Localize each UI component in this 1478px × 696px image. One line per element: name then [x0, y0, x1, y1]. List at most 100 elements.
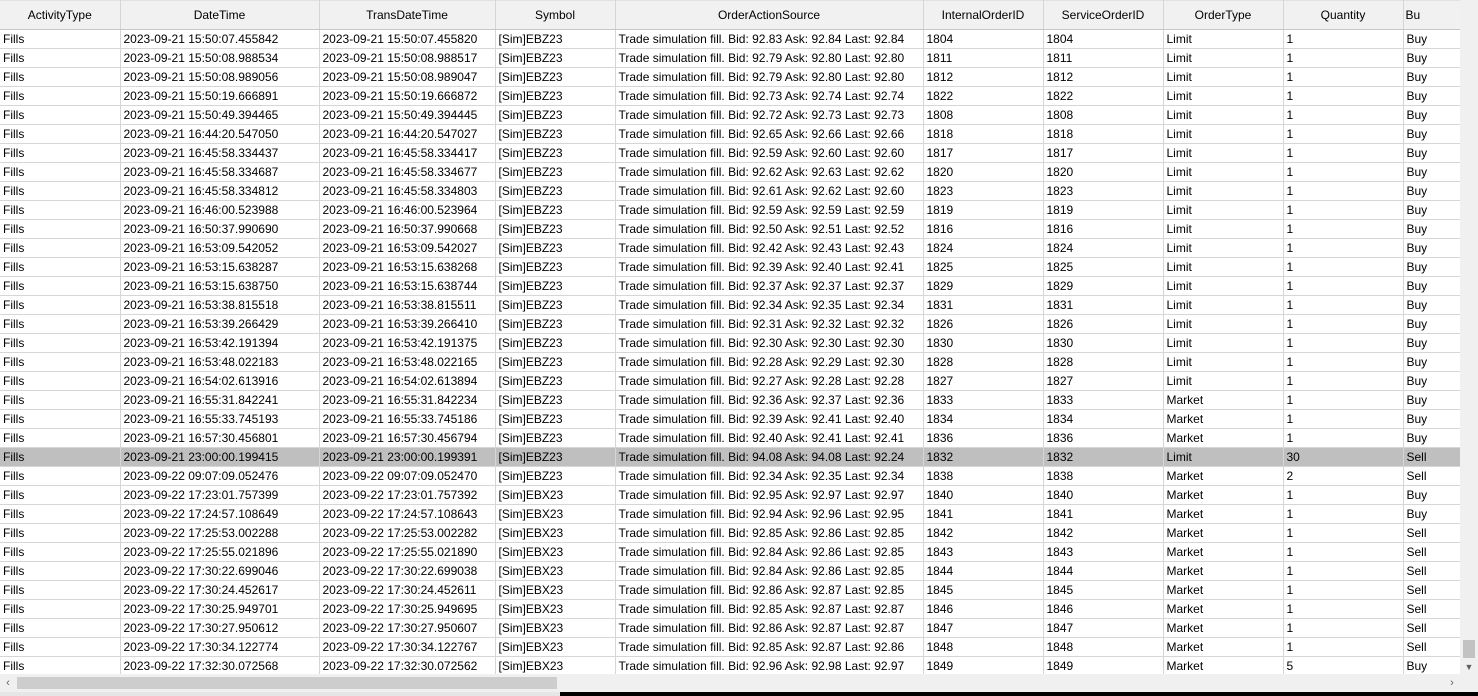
cell-ordertype[interactable]: Market: [1163, 599, 1284, 619]
cell-orderactionsource[interactable]: Trade simulation fill. Bid: 92.27 Ask: 9…: [615, 371, 924, 391]
cell-orderactionsource[interactable]: Trade simulation fill. Bid: 92.31 Ask: 9…: [615, 314, 924, 334]
cell-datetime[interactable]: 2023-09-22 17:30:27.950612: [120, 618, 320, 638]
cell-symbol[interactable]: [Sim]EBX23: [495, 580, 616, 600]
cell-datetime[interactable]: 2023-09-21 16:45:58.334687: [120, 162, 320, 182]
cell-internalorderid[interactable]: 1842: [923, 523, 1044, 543]
cell-internalorderid[interactable]: 1822: [923, 86, 1044, 106]
cell-activitytype[interactable]: Fills: [0, 219, 121, 239]
cell-symbol[interactable]: [Sim]EBX23: [495, 599, 616, 619]
cell-transdatetime[interactable]: 2023-09-21 16:46:00.523964: [319, 200, 496, 220]
cell-internalorderid[interactable]: 1832: [923, 447, 1044, 467]
cell-ordertype[interactable]: Limit: [1163, 238, 1284, 258]
cell-quantity[interactable]: 1: [1283, 143, 1404, 163]
cell-orderactionsource[interactable]: Trade simulation fill. Bid: 92.39 Ask: 9…: [615, 257, 924, 277]
cell-transdatetime[interactable]: 2023-09-21 16:55:33.745186: [319, 409, 496, 429]
cell-transdatetime[interactable]: 2023-09-21 16:53:15.638268: [319, 257, 496, 277]
vertical-scrollbar[interactable]: ▼: [1460, 0, 1478, 674]
cell-quantity[interactable]: 1: [1283, 314, 1404, 334]
cell-datetime[interactable]: 2023-09-21 16:53:42.191394: [120, 333, 320, 353]
cell-transdatetime[interactable]: 2023-09-22 17:30:25.949695: [319, 599, 496, 619]
table-row[interactable]: Fills 2023-09-22 09:07:09.052476 2023-09-2…: [0, 466, 1460, 486]
cell-transdatetime[interactable]: 2023-09-21 15:50:49.394445: [319, 105, 496, 125]
cell-ordertype[interactable]: Limit: [1163, 86, 1284, 106]
cell-transdatetime[interactable]: 2023-09-21 15:50:08.988517: [319, 48, 496, 68]
cell-datetime[interactable]: 2023-09-21 16:50:37.990690: [120, 219, 320, 239]
cell-ordertype[interactable]: Market: [1163, 409, 1284, 429]
cell-serviceorderid[interactable]: 1842: [1043, 523, 1164, 543]
cell-buysell[interactable]: Buy: [1403, 219, 1460, 239]
cell-transdatetime[interactable]: 2023-09-22 17:30:27.950607: [319, 618, 496, 638]
table-row[interactable]: Fills 2023-09-21 16:57:30.456801 2023-09-2…: [0, 428, 1460, 448]
cell-internalorderid[interactable]: 1833: [923, 390, 1044, 410]
cell-transdatetime[interactable]: 2023-09-21 16:53:38.815511: [319, 295, 496, 315]
cell-buysell[interactable]: Buy: [1403, 181, 1460, 201]
cell-ordertype[interactable]: Market: [1163, 561, 1284, 581]
cell-datetime[interactable]: 2023-09-21 16:53:39.266429: [120, 314, 320, 334]
cell-quantity[interactable]: 1: [1283, 200, 1404, 220]
cell-serviceorderid[interactable]: 1820: [1043, 162, 1164, 182]
cell-buysell[interactable]: Buy: [1403, 124, 1460, 144]
cell-activitytype[interactable]: Fills: [0, 29, 121, 49]
cell-transdatetime[interactable]: 2023-09-21 16:45:58.334417: [319, 143, 496, 163]
cell-quantity[interactable]: 5: [1283, 656, 1404, 674]
cell-activitytype[interactable]: Fills: [0, 542, 121, 562]
cell-activitytype[interactable]: Fills: [0, 352, 121, 372]
cell-buysell[interactable]: Buy: [1403, 314, 1460, 334]
cell-symbol[interactable]: [Sim]EBX23: [495, 485, 616, 505]
cell-datetime[interactable]: 2023-09-22 17:30:22.699046: [120, 561, 320, 581]
cell-symbol[interactable]: [Sim]EBZ23: [495, 67, 616, 87]
cell-ordertype[interactable]: Limit: [1163, 181, 1284, 201]
table-row[interactable]: Fills 2023-09-21 16:53:15.638287 2023-09-2…: [0, 257, 1460, 277]
cell-transdatetime[interactable]: 2023-09-22 17:25:55.021890: [319, 542, 496, 562]
cell-serviceorderid[interactable]: 1847: [1043, 618, 1164, 638]
cell-activitytype[interactable]: Fills: [0, 580, 121, 600]
cell-symbol[interactable]: [Sim]EBZ23: [495, 295, 616, 315]
cell-orderactionsource[interactable]: Trade simulation fill. Bid: 92.84 Ask: 9…: [615, 561, 924, 581]
cell-symbol[interactable]: [Sim]EBZ23: [495, 428, 616, 448]
table-row[interactable]: Fills 2023-09-21 16:44:20.547050 2023-09-2…: [0, 124, 1460, 144]
cell-quantity[interactable]: 1: [1283, 599, 1404, 619]
table-row[interactable]: Fills 2023-09-21 16:53:15.638750 2023-09-2…: [0, 276, 1460, 296]
cell-datetime[interactable]: 2023-09-21 16:57:30.456801: [120, 428, 320, 448]
cell-symbol[interactable]: [Sim]EBZ23: [495, 200, 616, 220]
cell-internalorderid[interactable]: 1827: [923, 371, 1044, 391]
cell-buysell[interactable]: Buy: [1403, 428, 1460, 448]
cell-quantity[interactable]: 1: [1283, 105, 1404, 125]
cell-serviceorderid[interactable]: 1819: [1043, 200, 1164, 220]
vertical-scroll-thumb[interactable]: [1463, 640, 1475, 658]
cell-transdatetime[interactable]: 2023-09-22 17:30:24.452611: [319, 580, 496, 600]
cell-internalorderid[interactable]: 1847: [923, 618, 1044, 638]
cell-serviceorderid[interactable]: 1831: [1043, 295, 1164, 315]
cell-ordertype[interactable]: Market: [1163, 580, 1284, 600]
cell-buysell[interactable]: Buy: [1403, 371, 1460, 391]
cell-symbol[interactable]: [Sim]EBZ23: [495, 29, 616, 49]
cell-datetime[interactable]: 2023-09-21 16:45:58.334812: [120, 181, 320, 201]
cell-datetime[interactable]: 2023-09-22 17:30:25.949701: [120, 599, 320, 619]
cell-buysell[interactable]: Sell: [1403, 466, 1460, 486]
cell-buysell[interactable]: Buy: [1403, 162, 1460, 182]
cell-serviceorderid[interactable]: 1817: [1043, 143, 1164, 163]
cell-orderactionsource[interactable]: Trade simulation fill. Bid: 92.59 Ask: 9…: [615, 200, 924, 220]
table-row[interactable]: Fills 2023-09-21 23:00:00.199415 2023-09-2…: [0, 447, 1460, 467]
cell-internalorderid[interactable]: 1836: [923, 428, 1044, 448]
cell-internalorderid[interactable]: 1812: [923, 67, 1044, 87]
cell-serviceorderid[interactable]: 1830: [1043, 333, 1164, 353]
cell-buysell[interactable]: Sell: [1403, 542, 1460, 562]
cell-activitytype[interactable]: Fills: [0, 656, 121, 674]
table-row[interactable]: Fills 2023-09-21 16:53:48.022183 2023-09-2…: [0, 352, 1460, 372]
cell-datetime[interactable]: 2023-09-21 16:53:09.542052: [120, 238, 320, 258]
activity-grid[interactable]: ActivityType DateTime TransDateTime Symb…: [0, 0, 1460, 674]
cell-buysell[interactable]: Buy: [1403, 656, 1460, 674]
cell-internalorderid[interactable]: 1841: [923, 504, 1044, 524]
table-row[interactable]: Fills 2023-09-22 17:32:30.072568 2023-09-2…: [0, 656, 1460, 674]
cell-internalorderid[interactable]: 1838: [923, 466, 1044, 486]
cell-transdatetime[interactable]: 2023-09-22 17:24:57.108643: [319, 504, 496, 524]
cell-quantity[interactable]: 1: [1283, 295, 1404, 315]
cell-ordertype[interactable]: Limit: [1163, 200, 1284, 220]
cell-orderactionsource[interactable]: Trade simulation fill. Bid: 92.84 Ask: 9…: [615, 542, 924, 562]
column-header-transdatetime[interactable]: TransDateTime: [319, 0, 496, 30]
cell-transdatetime[interactable]: 2023-09-22 17:23:01.757392: [319, 485, 496, 505]
column-header-ordertype[interactable]: OrderType: [1163, 0, 1284, 30]
cell-quantity[interactable]: 1: [1283, 523, 1404, 543]
cell-internalorderid[interactable]: 1829: [923, 276, 1044, 296]
